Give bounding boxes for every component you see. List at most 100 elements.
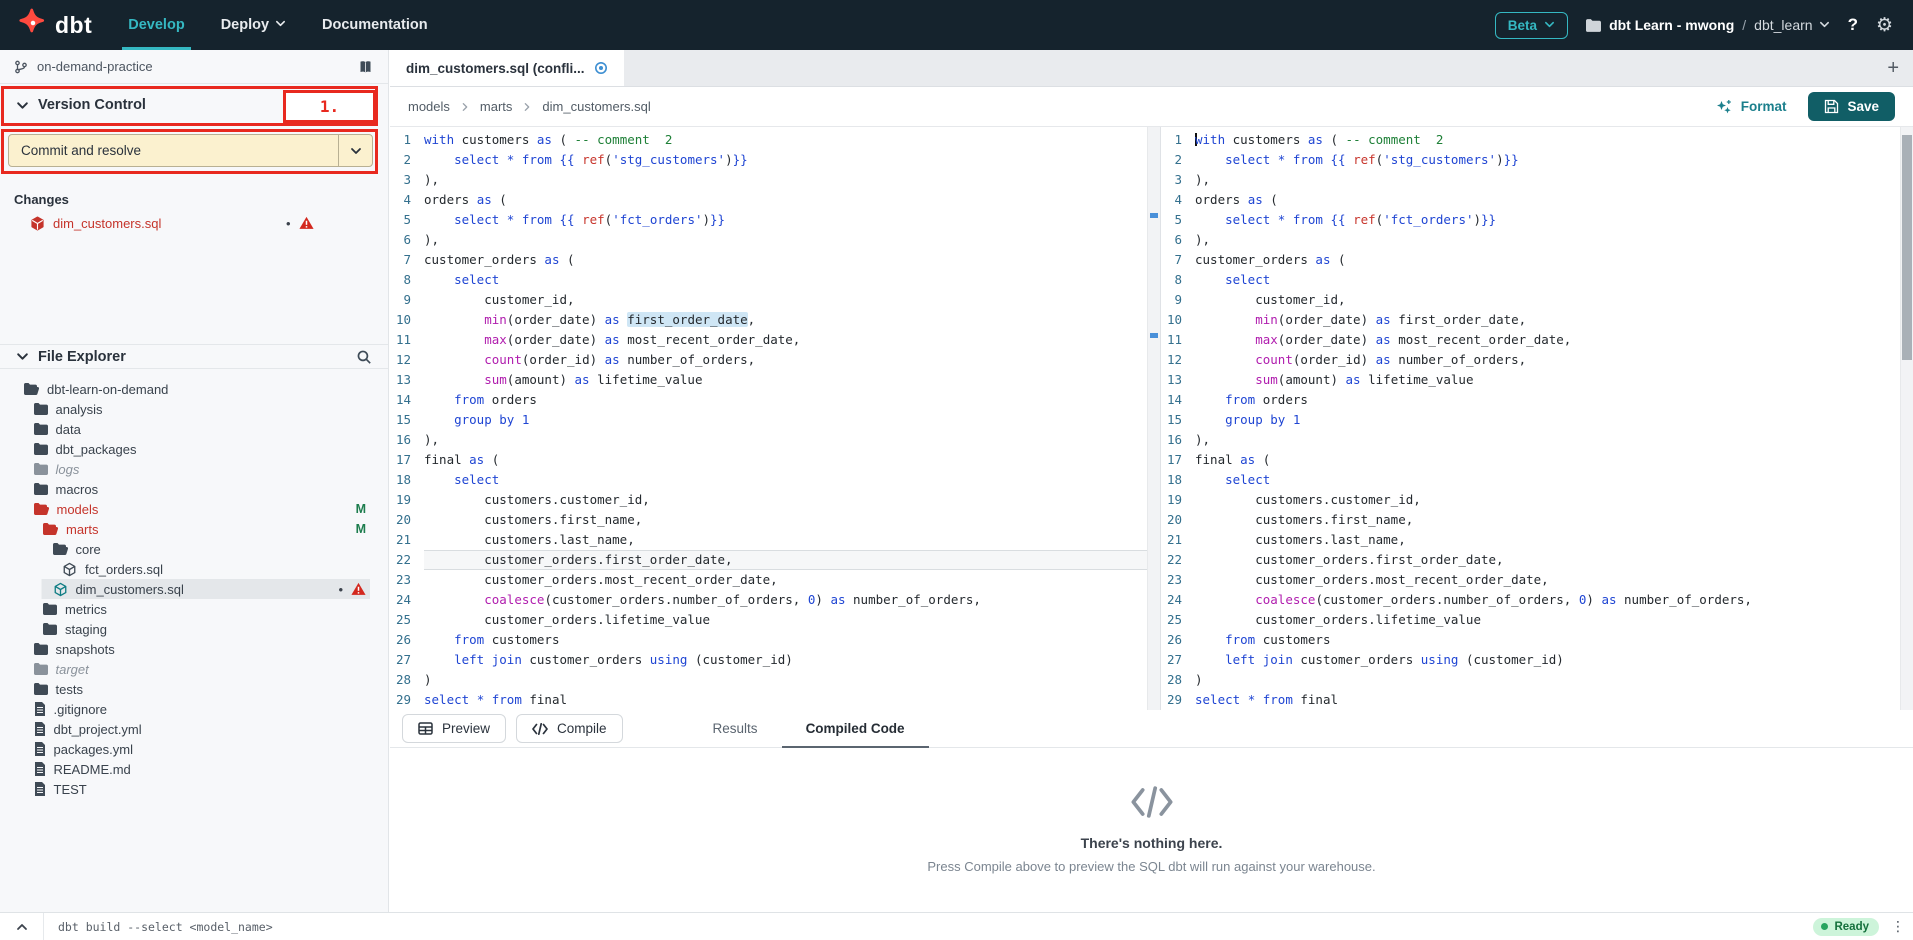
line-number: 20	[1161, 510, 1195, 530]
code-text: select	[424, 270, 1160, 290]
beta-button[interactable]: Beta	[1495, 12, 1568, 39]
code-line: 11 max(order_date) as most_recent_order_…	[390, 330, 1160, 350]
nav-documentation[interactable]: Documentation	[308, 0, 442, 50]
tree-item-test[interactable]: TEST	[0, 779, 388, 799]
tree-item-staging[interactable]: staging	[0, 619, 388, 639]
code-text: ),	[1195, 230, 1913, 250]
commit-dropdown-toggle[interactable]	[338, 135, 372, 166]
chevron-down-icon	[1544, 18, 1555, 33]
commit-and-resolve-button[interactable]: Commit and resolve	[8, 134, 373, 167]
code-line: 2 select * from {{ ref('stg_customers')}…	[390, 150, 1160, 170]
tree-item-macros[interactable]: macros	[0, 479, 388, 499]
compile-button[interactable]: Compile	[516, 714, 623, 743]
code-line: 23 customer_orders.most_recent_order_dat…	[390, 570, 1160, 590]
file-explorer-header[interactable]: File Explorer	[0, 344, 388, 369]
nav-deploy[interactable]: Deploy	[207, 0, 300, 50]
preview-label: Preview	[442, 721, 490, 736]
tree-item-label: dbt_project.yml	[54, 722, 142, 737]
environment-name[interactable]: dbt_learn	[1754, 17, 1829, 33]
line-number: 28	[390, 670, 424, 690]
code-text: customer_orders as (	[424, 250, 1160, 270]
line-number: 17	[390, 450, 424, 470]
code-line: 2 select * from {{ ref('stg_customers')}…	[1161, 150, 1913, 170]
code-line: 9 customer_id,	[390, 290, 1160, 310]
code-line: 19 customers.customer_id,	[1161, 490, 1913, 510]
tab-dim-customers[interactable]: dim_customers.sql (confli...	[390, 50, 624, 86]
search-icon[interactable]	[356, 349, 372, 365]
breadcrumb: models marts dim_customers.sql	[408, 99, 651, 114]
line-number: 26	[1161, 630, 1195, 650]
code-line: 5 select * from {{ ref('fct_orders')}}	[390, 210, 1160, 230]
save-button[interactable]: Save	[1808, 92, 1895, 121]
line-number: 6	[390, 230, 424, 250]
tree-item-data[interactable]: data	[0, 419, 388, 439]
format-button[interactable]: Format	[1716, 99, 1787, 115]
tree-item-readme-md[interactable]: README.md	[0, 759, 388, 779]
tree-item-dbt-project-yml[interactable]: dbt_project.yml	[0, 719, 388, 739]
code-text: orders as (	[1195, 190, 1913, 210]
branch-row[interactable]: on-demand-practice	[0, 50, 388, 84]
code-line: 14 from orders	[390, 390, 1160, 410]
folder-icon	[34, 403, 48, 415]
scrollbar-thumb[interactable]	[1902, 135, 1912, 360]
dbt-brand[interactable]: dbt	[0, 8, 114, 43]
chevron-down-icon	[1819, 17, 1830, 33]
code-text: ),	[1195, 170, 1913, 190]
breadcrumb-file[interactable]: dim_customers.sql	[542, 99, 650, 114]
tree-item-packages-yml[interactable]: packages.yml	[0, 739, 388, 759]
code-text: count(order_id) as number_of_orders,	[424, 350, 1160, 370]
tree-item-models[interactable]: modelsM	[0, 499, 388, 519]
code-text: customer_orders.lifetime_value	[1195, 610, 1913, 630]
code-text: with customers as ( -- comment 2	[1195, 130, 1913, 150]
changed-file-name: dim_customers.sql	[53, 216, 161, 231]
tab-compiled-code[interactable]: Compiled Code	[782, 710, 929, 748]
line-number: 2	[390, 150, 424, 170]
folder-icon	[43, 623, 57, 635]
tree-item-logs[interactable]: logs	[0, 459, 388, 479]
tab-results[interactable]: Results	[689, 710, 782, 748]
line-number: 3	[390, 170, 424, 190]
tree-item-target[interactable]: target	[0, 659, 388, 679]
line-number: 1	[1161, 130, 1195, 150]
code-line: 8 select	[390, 270, 1160, 290]
overview-ruler[interactable]	[1147, 127, 1160, 710]
tree-item-dbt-packages[interactable]: dbt_packages	[0, 439, 388, 459]
project-selector[interactable]: dbt Learn - mwong / dbt_learn	[1586, 17, 1830, 33]
code-line: 22 customer_orders.first_order_date,	[390, 550, 1160, 570]
code-text: ),	[424, 170, 1160, 190]
kebab-menu-icon[interactable]: ⋮	[1879, 919, 1913, 935]
line-number: 18	[1161, 470, 1195, 490]
editor-pane-left[interactable]: 1with customers as ( -- comment 22 selec…	[390, 127, 1160, 710]
code-line: 20 customers.first_name,	[390, 510, 1160, 530]
new-tab-plus-icon[interactable]: +	[1887, 58, 1899, 78]
changed-file-row[interactable]: dim_customers.sql •	[0, 212, 388, 234]
tree-item--gitignore[interactable]: .gitignore	[0, 699, 388, 719]
tree-item-tests[interactable]: tests	[0, 679, 388, 699]
docs-book-icon[interactable]	[357, 59, 374, 75]
tree-item-fct-orders-sql[interactable]: fct_orders.sql	[0, 559, 388, 579]
nav-develop[interactable]: Develop	[114, 0, 198, 50]
tree-item-dim-customers-sql[interactable]: dim_customers.sql•	[0, 579, 388, 599]
changes-title: Changes	[0, 192, 388, 208]
warning-icon	[351, 582, 366, 596]
code-text: max(order_date) as most_recent_order_dat…	[1195, 330, 1913, 350]
code-text: ),	[424, 430, 1160, 450]
tree-item-core[interactable]: core	[0, 539, 388, 559]
help-icon[interactable]: ?	[1848, 15, 1858, 35]
breadcrumb-models[interactable]: models	[408, 99, 450, 114]
tree-item-marts[interactable]: martsM	[0, 519, 388, 539]
line-number: 9	[390, 290, 424, 310]
command-input[interactable]: dbt build --select <model_name>	[44, 920, 1813, 934]
vertical-scrollbar[interactable]	[1900, 127, 1913, 710]
tree-item-snapshots[interactable]: snapshots	[0, 639, 388, 659]
folder-open-icon	[43, 523, 58, 535]
preview-button[interactable]: Preview	[402, 714, 506, 743]
tree-item-dbt-learn-on-demand[interactable]: dbt-learn-on-demand	[0, 379, 388, 399]
editor-pane-right[interactable]: 1with customers as ( -- comment 22 selec…	[1160, 127, 1913, 710]
breadcrumb-marts[interactable]: marts	[480, 99, 513, 114]
tree-item-analysis[interactable]: analysis	[0, 399, 388, 419]
gear-icon[interactable]: ⚙	[1876, 14, 1893, 36]
folder-icon	[34, 423, 48, 435]
command-panel-toggle[interactable]	[0, 913, 44, 940]
tree-item-metrics[interactable]: metrics	[0, 599, 388, 619]
